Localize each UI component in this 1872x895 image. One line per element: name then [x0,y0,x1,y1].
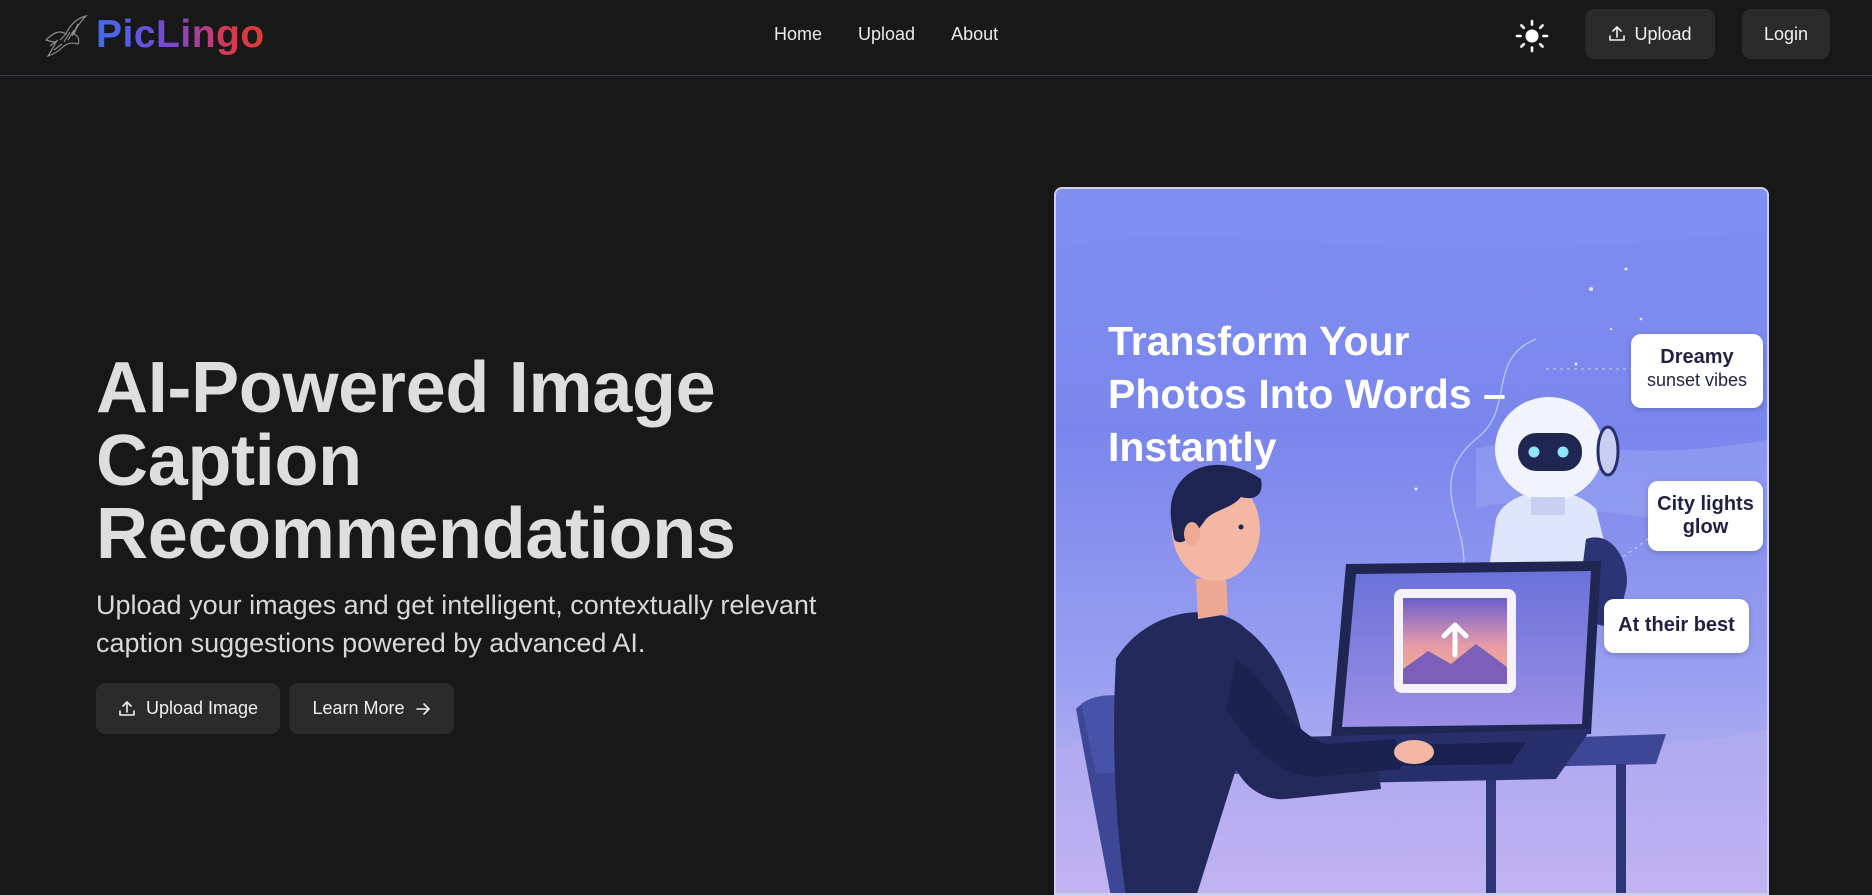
caption-line: City lights [1657,493,1754,515]
theme-toggle[interactable] [1514,18,1550,54]
login-button[interactable]: Login [1742,9,1830,59]
bird-logo-icon [44,14,88,58]
illustration-headline: Transform Your Photos Into Words – Insta… [1108,318,1506,470]
login-label: Login [1763,23,1809,44]
top-navbar: PicLingo Home Upload About Upload Login [0,0,1872,76]
upload-image-label: Upload Image [145,698,259,718]
upload-icon [119,700,135,716]
main-nav: Home Upload About [774,22,1034,46]
brand-name: PicLingo [96,13,265,56]
sun-icon [1515,19,1549,53]
nav-upload[interactable]: Upload [858,22,915,46]
caption-line: Dreamy [1660,346,1734,368]
caption-line: glow [1682,516,1729,538]
hero-subtitle: Upload your images and get intelligent, … [96,590,817,658]
arrow-right-icon [415,702,430,715]
learn-more-label: Learn More [312,698,405,718]
caption-bubble-best: At their best [1604,599,1749,653]
nav-about[interactable]: About [951,22,998,46]
nav-home[interactable]: Home [774,22,822,46]
brand-logo[interactable]: PicLingo [40,10,265,60]
learn-more-button[interactable]: Learn More [289,683,454,734]
caption-line: At their best [1618,614,1735,636]
hero-illustration: Transform Your Photos Into Words – Insta… [1054,187,1769,895]
header-upload-label: Upload [1634,23,1692,44]
upload-icon [1609,26,1626,41]
caption-line: sunset vibes [1646,370,1748,390]
header-upload-button[interactable]: Upload [1585,9,1715,59]
hero-title: AI-Powered Image Caption Recommendations [96,348,736,574]
caption-bubble-city: City lights glow [1648,481,1763,551]
caption-bubble-dreamy: Dreamy sunset vibes [1631,334,1763,408]
upload-image-button[interactable]: Upload Image [96,683,280,734]
